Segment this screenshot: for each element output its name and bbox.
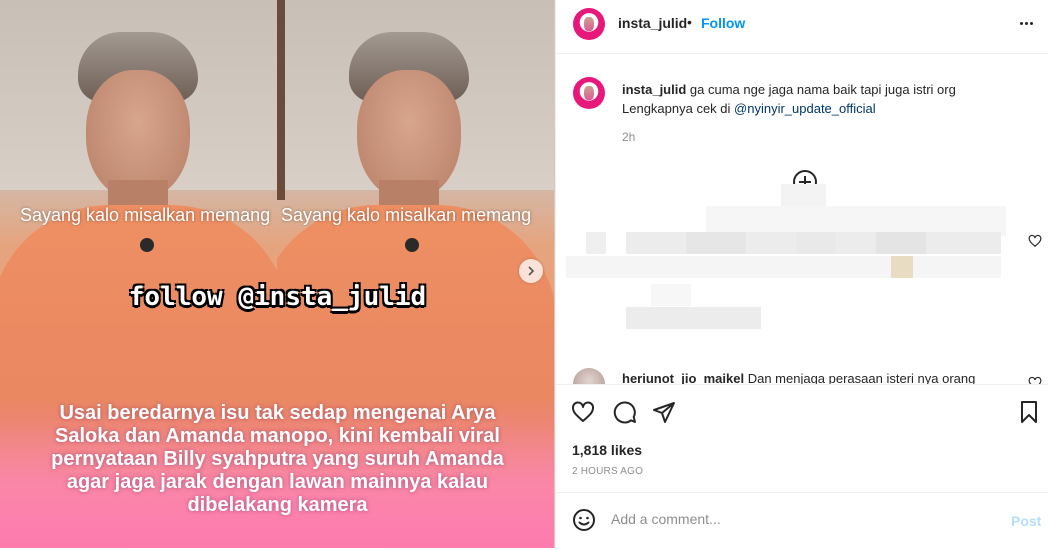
follow-button[interactable]: Follow [701, 15, 745, 31]
emoji-icon[interactable] [571, 507, 597, 533]
more-options-icon[interactable] [1017, 14, 1035, 32]
watermark-text: follow @insta_julid [128, 282, 427, 312]
comment-like-heart-icon[interactable] [1028, 234, 1042, 248]
caption-username[interactable]: insta_julid [622, 82, 686, 97]
caption-mention-link[interactable]: @nyinyir_update_official [734, 101, 876, 116]
video-subtitle-right: Sayang kalo misalkan memang [281, 205, 532, 225]
header-username[interactable]: insta_julid [618, 15, 687, 31]
comment-body: Dan menjaga perasaan isteri nya orang [744, 371, 976, 384]
avatar[interactable] [573, 8, 605, 40]
share-paper-plane-icon[interactable] [651, 399, 677, 425]
caption-avatar[interactable] [573, 77, 605, 109]
post-comment-button[interactable]: Post [1011, 513, 1041, 529]
add-comment-bar: Post [556, 492, 1048, 548]
post-actions: 1,818 likes 2 HOURS AGO [556, 384, 1048, 484]
post-timestamp[interactable]: 2 HOURS AGO [572, 466, 643, 477]
header-separator: • [687, 14, 692, 30]
post-panel: insta_julid • Follow insta_julid ga cuma… [555, 0, 1048, 550]
save-bookmark-icon[interactable] [1016, 399, 1042, 425]
story-text-overlay: Usai beredarnya isu tak sedap mengenai A… [51, 402, 504, 516]
post-header: insta_julid • Follow [556, 0, 1048, 54]
chevron-right-icon [528, 266, 535, 276]
comment-text: heriunot_jio_maikel Dan menjaga perasaan… [622, 371, 975, 384]
post-media[interactable]: Sayang kalo misalkan memang Sayang kalo … [0, 0, 555, 548]
likes-count[interactable]: 1,818 likes [572, 442, 642, 458]
comment-input[interactable] [611, 511, 991, 527]
caption-time: 2h [622, 130, 636, 144]
comments-list[interactable]: insta_julid ga cuma nge jaga nama baik t… [556, 54, 1048, 384]
caption-line1: ga cuma nge jaga nama baik tapi juga ist… [686, 82, 956, 97]
video-subtitle-left: Sayang kalo misalkan memang [20, 205, 271, 225]
caption-text: insta_julid ga cuma nge jaga nama baik t… [622, 80, 1022, 118]
comment-avatar[interactable] [573, 368, 605, 384]
caption-line2: Lengkapnya cek di [622, 101, 735, 116]
comment-bubble-icon[interactable] [612, 399, 638, 425]
like-heart-icon[interactable] [570, 399, 596, 425]
next-slide-button[interactable] [519, 259, 543, 283]
comment-username[interactable]: heriunot_jio_maikel [622, 371, 744, 384]
censored-comment-area [556, 184, 1016, 344]
comment-like-heart-icon-2[interactable] [1028, 376, 1042, 384]
